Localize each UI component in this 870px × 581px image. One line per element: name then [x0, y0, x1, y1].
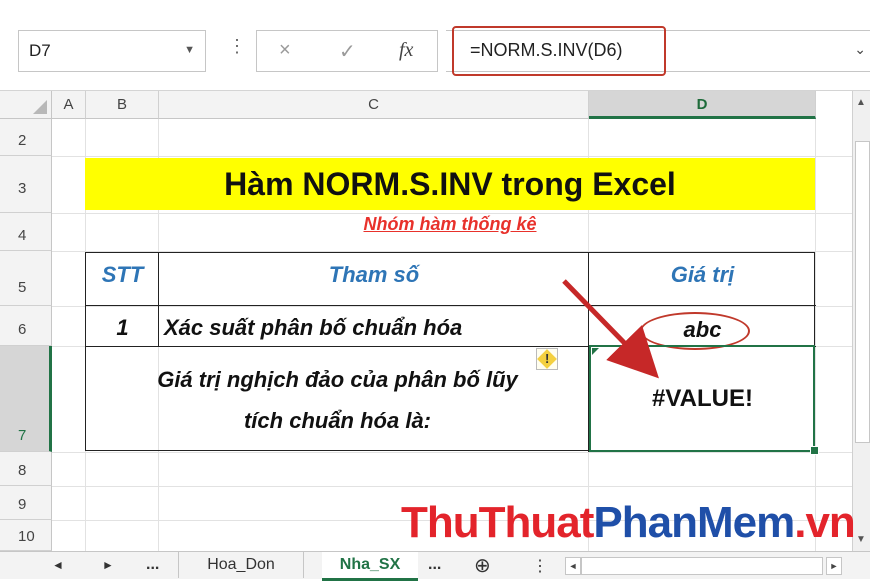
- fill-handle[interactable]: [810, 446, 819, 455]
- chevron-down-icon[interactable]: ▼: [184, 44, 195, 56]
- header-stt[interactable]: STT: [86, 262, 159, 288]
- tab-more-left[interactable]: ...: [146, 556, 159, 574]
- selected-cell-d7[interactable]: [589, 345, 815, 452]
- tab-split-handle[interactable]: ⋮: [532, 556, 548, 576]
- row-header-3[interactable]: 3: [0, 156, 52, 213]
- header-value[interactable]: Giá trị: [589, 262, 816, 288]
- expand-formula-icon[interactable]: ⌄: [854, 41, 866, 58]
- hscroll-right-icon[interactable]: ►: [826, 557, 842, 575]
- watermark-logo: ThuThuatPhanMem.vn: [401, 498, 856, 548]
- tab-hoa-don[interactable]: Hoa_Don: [178, 552, 304, 578]
- row-header-7[interactable]: 7: [0, 346, 52, 452]
- horizontal-scrollbar[interactable]: [581, 557, 823, 575]
- result-label-line1[interactable]: Giá trị nghịch đảo của phân bố lũy: [86, 367, 589, 393]
- warning-icon[interactable]: !: [536, 348, 558, 370]
- scroll-up-icon[interactable]: ▲: [856, 97, 866, 108]
- formula-bar: D7 ▼ ⋮ × ✓ fx =NORM.S.INV(D6) ⌄: [0, 0, 870, 91]
- watermark-part2: PhanMem: [593, 498, 795, 547]
- col-header-b[interactable]: B: [86, 91, 159, 119]
- hscroll-left-icon[interactable]: ◄: [565, 557, 581, 575]
- sheet-tab-bar: ◄ ► ... Hoa_Don Nha_SX ... ⊕ ⋮ ◄ ►: [0, 551, 870, 581]
- row-header-6[interactable]: 6: [0, 306, 52, 346]
- col-header-a[interactable]: A: [52, 91, 86, 119]
- tab-next-icon[interactable]: ►: [102, 558, 114, 572]
- tab-more-right[interactable]: ...: [428, 556, 441, 574]
- row1-stt[interactable]: 1: [86, 315, 159, 341]
- row-header-4[interactable]: 4: [0, 213, 52, 251]
- name-box[interactable]: D7 ▼: [18, 30, 206, 72]
- formula-highlight-box: [452, 26, 666, 76]
- formula-buttons: × ✓ fx: [256, 30, 438, 72]
- row-header-9[interactable]: 9: [0, 486, 52, 520]
- more-options-icon[interactable]: ⋮: [228, 36, 247, 57]
- vertical-scrollbar[interactable]: ▲ ▼: [852, 91, 870, 551]
- header-param[interactable]: Tham số: [159, 262, 589, 288]
- result-label-line2[interactable]: tích chuẩn hóa là:: [86, 408, 589, 434]
- scroll-thumb[interactable]: [855, 141, 870, 443]
- fx-icon[interactable]: fx: [399, 39, 413, 62]
- row-header-10[interactable]: 10: [0, 520, 52, 551]
- row-header-8[interactable]: 8: [0, 452, 52, 486]
- enter-icon[interactable]: ✓: [339, 39, 356, 64]
- name-box-value: D7: [29, 41, 51, 60]
- sheet-subtitle[interactable]: Nhóm hàm thống kê: [85, 214, 815, 235]
- add-sheet-icon[interactable]: ⊕: [474, 553, 491, 578]
- row1-param[interactable]: Xác suất phân bố chuẩn hóa: [164, 315, 584, 341]
- col-header-c[interactable]: C: [159, 91, 589, 119]
- cancel-icon[interactable]: ×: [279, 39, 291, 62]
- row-header-2[interactable]: 2: [0, 119, 52, 156]
- tab-prev-icon[interactable]: ◄: [52, 558, 64, 572]
- watermark-part1: ThuThuat: [401, 498, 594, 547]
- error-indicator-icon: [592, 348, 599, 355]
- scroll-down-icon[interactable]: ▼: [856, 534, 866, 545]
- sheet-title[interactable]: Hàm NORM.S.INV trong Excel: [85, 158, 815, 210]
- tab-nha-sx[interactable]: Nha_SX: [322, 552, 418, 581]
- col-header-d[interactable]: D: [589, 91, 816, 119]
- watermark-part3: .vn: [794, 498, 856, 547]
- select-all-corner[interactable]: [0, 91, 52, 119]
- row-header-5[interactable]: 5: [0, 251, 52, 306]
